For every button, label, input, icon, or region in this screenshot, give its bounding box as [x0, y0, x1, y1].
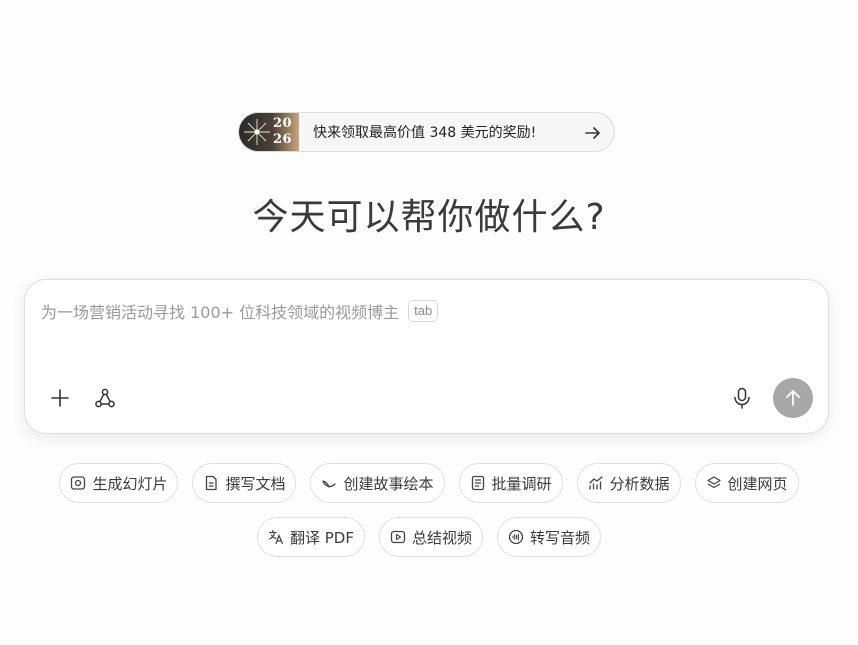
chip-label: 生成幻灯片	[92, 474, 168, 493]
suggestion-chips-row-2: 翻译 PDF 总结视频 转写音频	[0, 517, 858, 557]
chip-analyze-data[interactable]: 分析数据	[576, 463, 681, 503]
chip-create-webpage[interactable]: 创建网页	[694, 463, 799, 503]
suggestion-chips-row-1: 生成幻灯片 撰写文档 创建故事绘本 批量调研 分析数据 创建网页	[0, 463, 858, 503]
chip-document[interactable]: 撰写文档	[192, 463, 297, 503]
tab-hint: tab	[408, 300, 439, 322]
layers-icon	[706, 476, 721, 489]
chip-slides[interactable]: 生成幻灯片	[59, 463, 179, 503]
chip-label: 批量调研	[491, 474, 552, 493]
promo-banner[interactable]: 20 26 快来领取最高价值 348 美元的奖励!	[238, 112, 615, 152]
page-title: 今天可以帮你做什么?	[252, 197, 606, 238]
translate-icon	[268, 529, 284, 545]
year-badge: 20 26	[239, 113, 299, 151]
promo-text: 快来领取最高价值 348 美元的奖励!	[313, 125, 537, 141]
voice-input-button[interactable]	[726, 382, 758, 414]
audio-icon	[508, 529, 524, 545]
chip-label: 总结视频	[411, 528, 472, 547]
prompt-placeholder: 为一场营销活动寻找 100+ 位科技领域的视频博主	[41, 303, 400, 322]
arrow-right-icon	[585, 127, 600, 139]
chip-label: 分析数据	[609, 474, 670, 493]
research-icon	[471, 475, 484, 491]
chart-icon	[588, 476, 603, 490]
document-icon	[206, 475, 218, 491]
chip-storybook[interactable]: 创建故事绘本	[310, 463, 445, 503]
connectors-icon	[95, 388, 115, 408]
arrow-up-icon	[786, 390, 800, 406]
chip-label: 转写音频	[530, 528, 591, 547]
chip-translate-pdf[interactable]: 翻译 PDF	[256, 517, 365, 557]
slides-icon	[71, 476, 86, 490]
video-icon	[390, 530, 406, 544]
chip-label: 翻译 PDF	[289, 528, 354, 547]
add-attachment-button[interactable]	[44, 382, 76, 414]
storybook-icon	[322, 480, 337, 488]
chip-label: 撰写文档	[225, 474, 286, 493]
sparkle-icon	[244, 119, 270, 145]
promo-year: 20 26	[273, 116, 293, 147]
chip-label: 创建故事绘本	[343, 474, 434, 493]
chip-transcribe-audio[interactable]: 转写音频	[497, 517, 602, 557]
chip-research[interactable]: 批量调研	[458, 463, 563, 503]
plus-icon	[51, 389, 69, 407]
microphone-icon	[734, 387, 750, 409]
chip-label: 创建网页	[727, 474, 788, 493]
send-button[interactable]	[773, 378, 813, 418]
prompt-composer[interactable]: 为一场营销活动寻找 100+ 位科技领域的视频博主 tab	[24, 279, 829, 434]
prompt-input[interactable]: 为一场营销活动寻找 100+ 位科技领域的视频博主 tab	[41, 299, 439, 323]
chip-summarize-video[interactable]: 总结视频	[378, 517, 483, 557]
connectors-button[interactable]	[89, 382, 121, 414]
